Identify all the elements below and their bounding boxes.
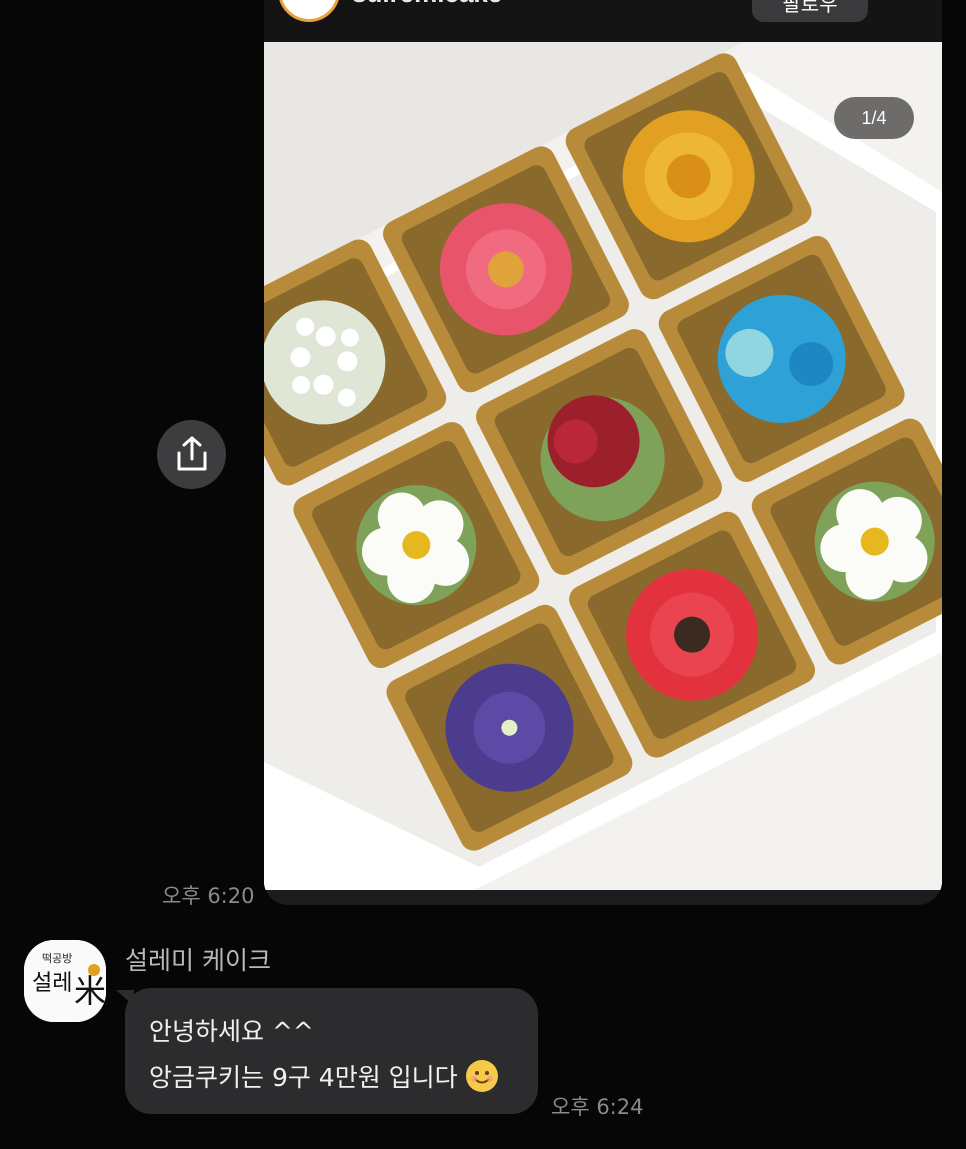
account-avatar[interactable] bbox=[278, 0, 340, 22]
cake-box-photo bbox=[264, 42, 942, 890]
svg-text:米: 米 bbox=[74, 972, 106, 1010]
follow-button[interactable]: 팔로우 bbox=[752, 0, 868, 22]
message-timestamp: 오후 6:24 bbox=[551, 1095, 644, 1119]
message-line-1: 안녕하세요 ^^ bbox=[149, 1017, 314, 1046]
seollemi-logo-icon: 떡공방 설레 米 bbox=[24, 940, 106, 1022]
page-indicator: 1/4 bbox=[834, 97, 914, 139]
account-name[interactable]: sulremicake bbox=[352, 0, 502, 9]
smiling-face-icon bbox=[465, 1060, 498, 1092]
shared-post-card[interactable]: sulremicake 팔로우 bbox=[264, 0, 942, 905]
share-icon bbox=[177, 436, 207, 471]
message-bubble[interactable]: 안녕하세요 ^^ 앙금쿠키는 9구 4만원 입니다 bbox=[125, 988, 538, 1114]
post-photo[interactable] bbox=[264, 42, 942, 890]
post-header: sulremicake 팔로우 bbox=[264, 0, 942, 42]
post-timestamp: 오후 6:20 bbox=[162, 884, 255, 908]
share-button[interactable] bbox=[157, 420, 226, 489]
svg-text:설레: 설레 bbox=[32, 971, 72, 996]
message-line-2-wrap: 앙금쿠키는 9구 4만원 입니다 bbox=[149, 1058, 498, 1094]
sender-name: 설레미 케이크 bbox=[125, 946, 271, 975]
sender-avatar[interactable]: 떡공방 설레 米 bbox=[24, 940, 106, 1022]
svg-text:떡공방: 떡공방 bbox=[42, 952, 72, 965]
message-line-2: 앙금쿠키는 9구 4만원 입니다 bbox=[149, 1063, 458, 1092]
